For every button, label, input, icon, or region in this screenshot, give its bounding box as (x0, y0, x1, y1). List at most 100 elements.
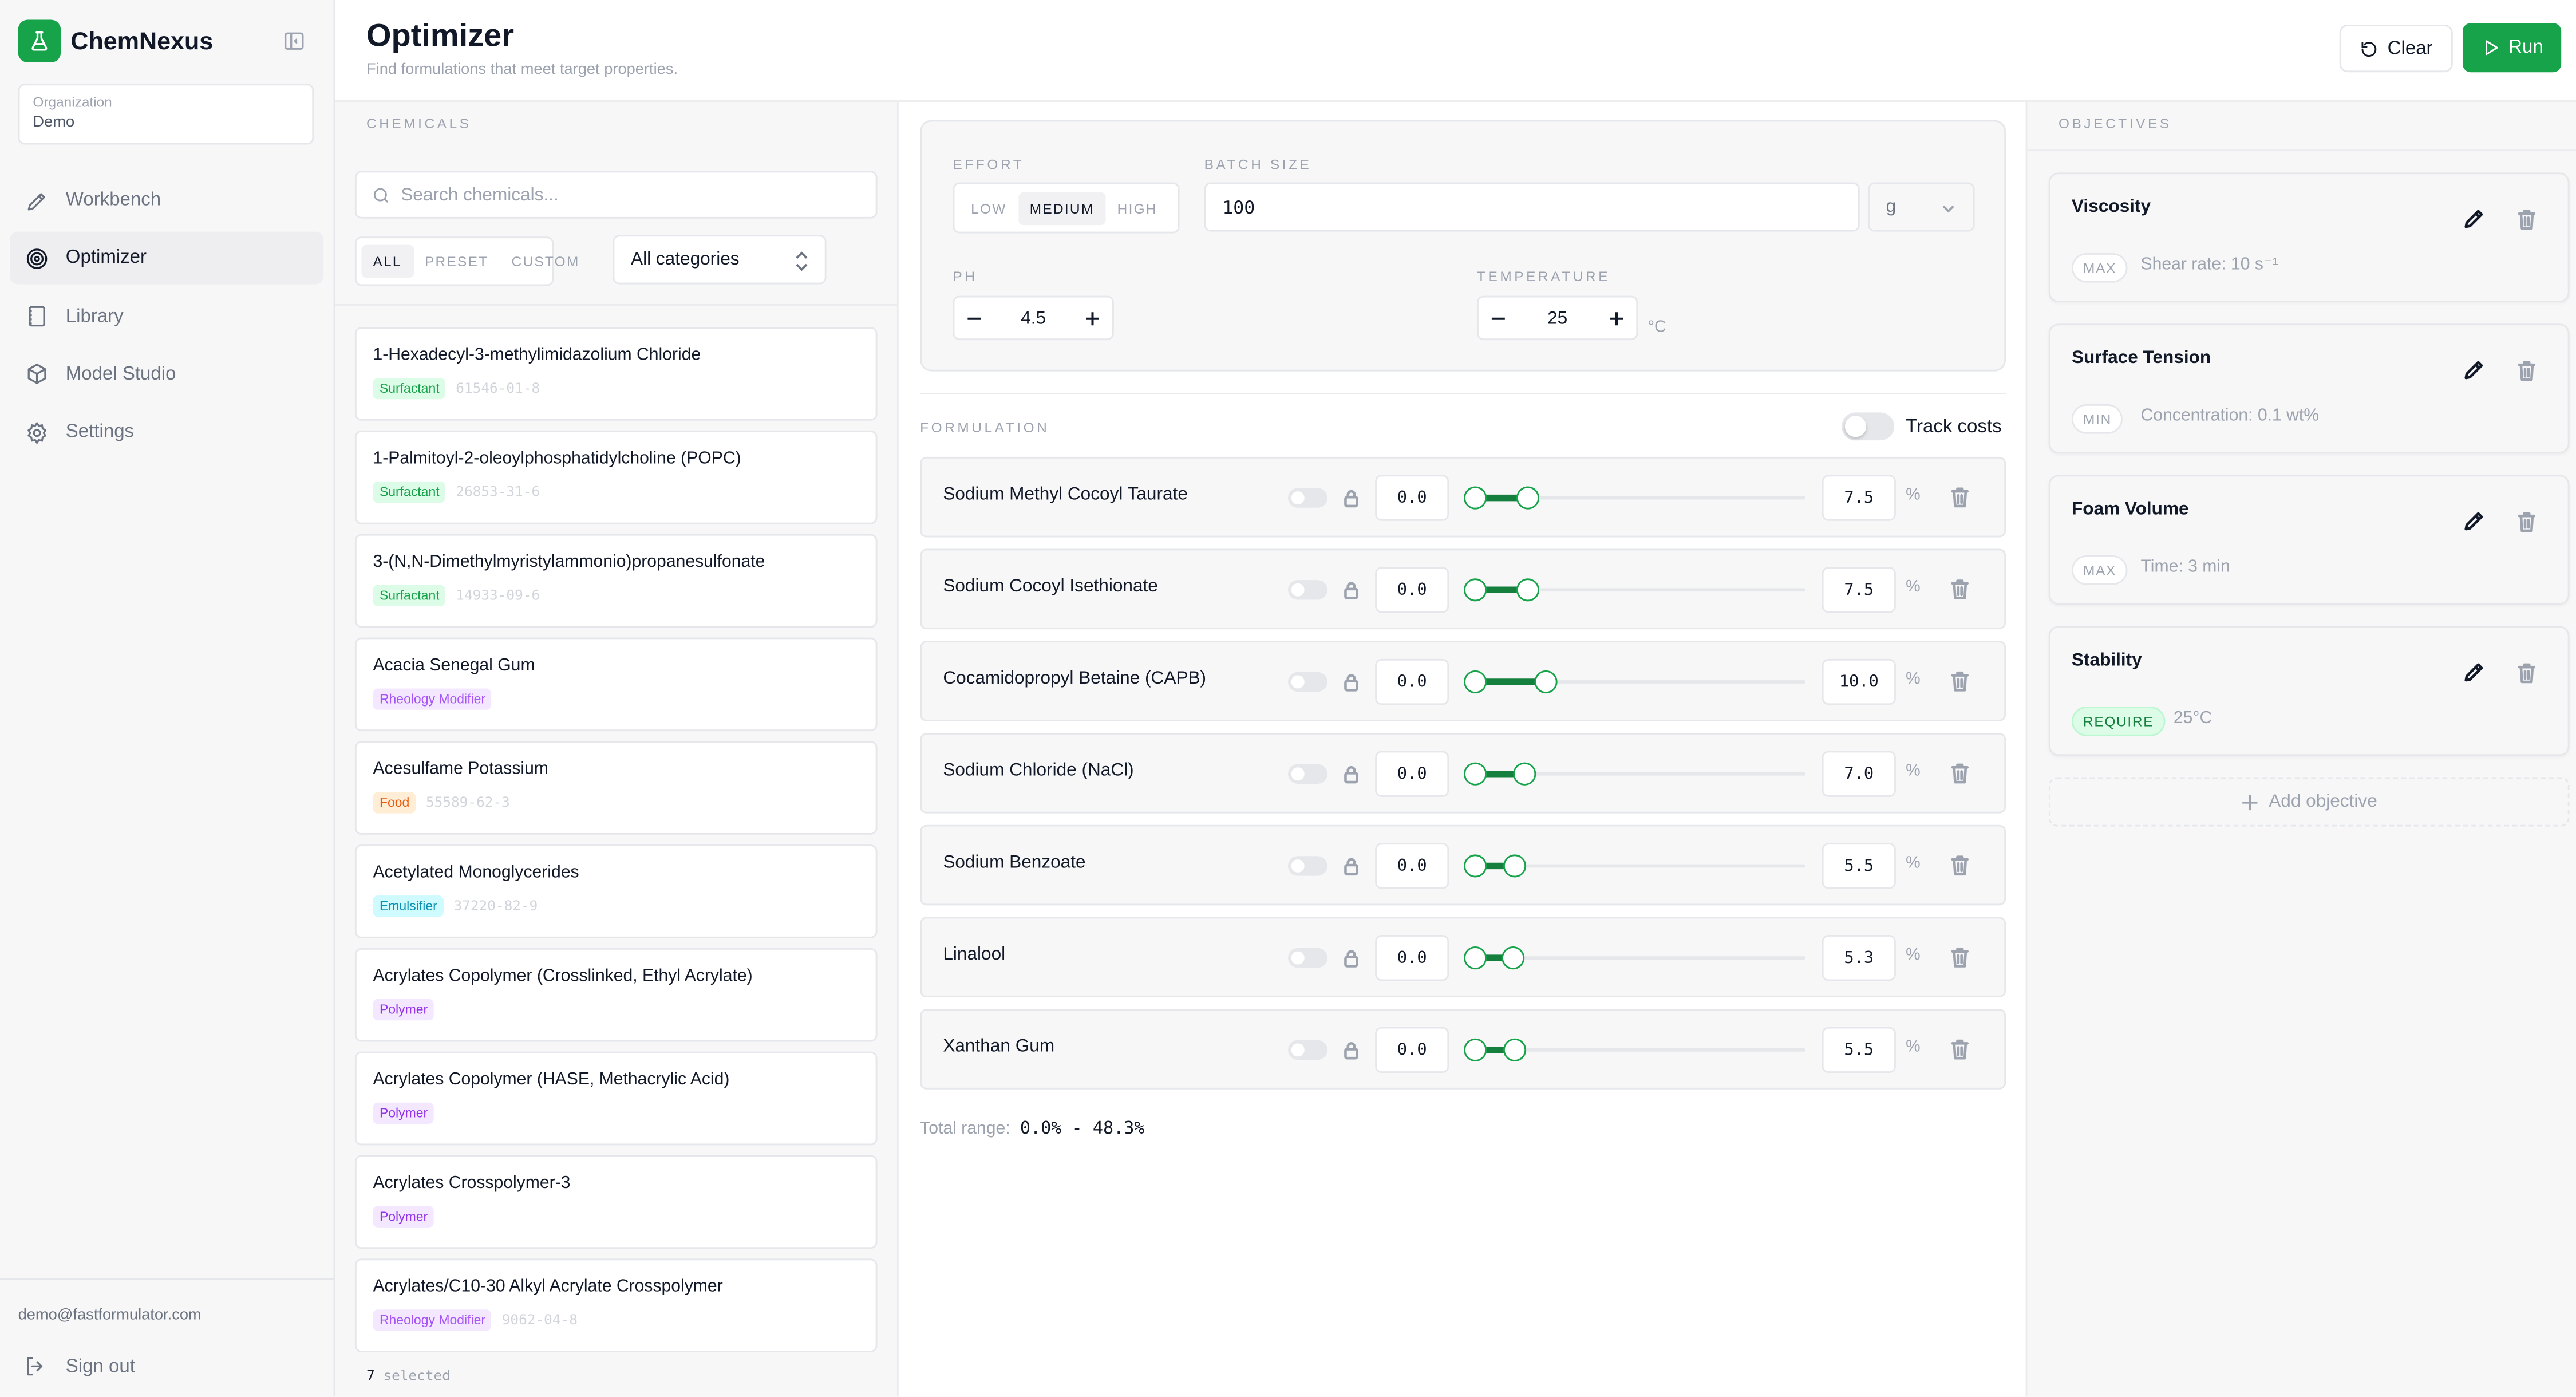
slider-min-thumb[interactable] (1464, 670, 1487, 694)
trash-icon[interactable] (1950, 946, 1970, 968)
min-input[interactable]: 0.0 (1375, 1027, 1449, 1074)
clear-button[interactable]: Clear (2339, 25, 2453, 73)
range-slider[interactable] (1464, 578, 1806, 602)
range-slider[interactable] (1464, 854, 1806, 878)
min-input[interactable]: 0.0 (1375, 751, 1449, 797)
fixed-toggle[interactable] (1288, 856, 1327, 876)
trash-icon[interactable] (1950, 486, 1970, 508)
effort-low[interactable]: LOW (959, 191, 1018, 224)
temperature-value[interactable]: 25 (1547, 308, 1567, 327)
trash-icon[interactable] (1950, 1039, 1970, 1060)
slider-max-thumb[interactable] (1516, 486, 1540, 510)
sidebar-item-optimizer[interactable]: Optimizer (10, 232, 324, 285)
min-input[interactable]: 0.0 (1375, 843, 1449, 889)
objective-card[interactable]: Surface Tension MIN Concentration: 0.1 wt% (2048, 323, 2570, 454)
range-slider[interactable] (1464, 486, 1806, 510)
max-input[interactable]: 7.5 (1822, 475, 1896, 521)
slider-min-thumb[interactable] (1464, 854, 1487, 878)
max-input[interactable]: 7.5 (1822, 567, 1896, 613)
plus-icon[interactable] (1607, 308, 1626, 327)
min-input[interactable]: 0.0 (1375, 567, 1449, 613)
slider-min-thumb[interactable] (1464, 1038, 1487, 1061)
pencil-icon[interactable] (2463, 360, 2484, 381)
slider-max-thumb[interactable] (1516, 578, 1540, 602)
trash-icon[interactable] (1950, 670, 1970, 692)
min-input[interactable]: 0.0 (1375, 475, 1449, 521)
effort-high[interactable]: HIGH (1106, 191, 1169, 224)
chemical-card[interactable]: Acrylates Copolymer (Crosslinked, Ethyl … (354, 948, 878, 1042)
search-input[interactable]: Search chemicals... (354, 171, 878, 219)
max-input[interactable]: 5.5 (1822, 1027, 1896, 1074)
fixed-toggle[interactable] (1288, 1040, 1327, 1060)
max-input[interactable]: 7.0 (1822, 751, 1896, 797)
slider-max-thumb[interactable] (1501, 946, 1524, 970)
range-slider[interactable] (1464, 762, 1806, 786)
minus-icon[interactable] (1488, 308, 1508, 327)
range-slider[interactable] (1464, 1038, 1806, 1061)
trash-icon[interactable] (2517, 662, 2537, 684)
sidebar-item-workbench[interactable]: Workbench (10, 174, 323, 227)
lock-icon[interactable] (1342, 854, 1361, 876)
run-button[interactable]: Run (2462, 23, 2562, 73)
fixed-toggle[interactable] (1288, 488, 1327, 508)
sidebar-item-model-studio[interactable]: Model Studio (10, 348, 323, 401)
chemical-card[interactable]: Acrylates Copolymer (HASE, Methacrylic A… (354, 1051, 878, 1146)
max-input[interactable]: 5.5 (1822, 843, 1896, 889)
fixed-toggle[interactable] (1288, 948, 1327, 968)
pencil-icon[interactable] (2463, 208, 2484, 230)
min-input[interactable]: 0.0 (1375, 658, 1449, 705)
objective-card[interactable]: Foam Volume MAX Time: 3 min (2048, 475, 2570, 605)
fixed-toggle[interactable] (1288, 764, 1327, 784)
max-input[interactable]: 5.3 (1822, 934, 1896, 981)
range-slider[interactable] (1464, 670, 1806, 694)
fixed-toggle[interactable] (1288, 672, 1327, 692)
slider-min-thumb[interactable] (1464, 578, 1487, 602)
chemical-card[interactable]: Acetylated Monoglycerides Emulsifier 37220… (354, 844, 878, 938)
pencil-icon[interactable] (2463, 662, 2484, 684)
lock-icon[interactable] (1342, 1039, 1361, 1060)
trash-icon[interactable] (2517, 360, 2537, 381)
slider-max-thumb[interactable] (1503, 854, 1526, 878)
lock-icon[interactable] (1342, 578, 1361, 599)
trash-icon[interactable] (1950, 763, 1970, 784)
lock-icon[interactable] (1342, 670, 1361, 692)
trash-icon[interactable] (2517, 511, 2537, 532)
chemical-card[interactable]: Acesulfame Potassium Food 55589-62-3 (354, 741, 878, 835)
org-selector[interactable]: Organization Demo (18, 84, 314, 145)
track-costs-toggle[interactable]: Track costs (1842, 412, 2002, 441)
objective-card[interactable]: Viscosity MAX Shear rate: 10 s⁻¹ (2048, 172, 2570, 303)
category-select[interactable]: All categories (613, 235, 827, 285)
slider-min-thumb[interactable] (1464, 946, 1487, 970)
ph-value[interactable]: 4.5 (1021, 308, 1046, 327)
filter-tab-custom[interactable]: CUSTOM (500, 245, 591, 278)
sidebar-collapse-icon[interactable] (283, 30, 306, 53)
chemical-card[interactable]: Acrylates Crosspolymer-3 Polymer (354, 1155, 878, 1249)
slider-max-thumb[interactable] (1534, 670, 1558, 694)
filter-tab-all[interactable]: ALL (361, 244, 413, 278)
min-input[interactable]: 0.0 (1375, 934, 1449, 981)
sidebar-item-library[interactable]: Library (10, 290, 323, 343)
minus-icon[interactable] (965, 308, 984, 327)
trash-icon[interactable] (1950, 854, 1970, 876)
plus-icon[interactable] (1082, 308, 1102, 327)
filter-tab-preset[interactable]: PRESET (413, 245, 500, 278)
chemical-card[interactable]: Acacia Senegal Gum Rheology Modifier (354, 637, 878, 732)
chemical-card[interactable]: 1-Palmitoyl-2-oleoylphosphatidylcholine … (354, 430, 878, 524)
pencil-icon[interactable] (2463, 511, 2484, 532)
slider-max-thumb[interactable] (1513, 762, 1536, 786)
range-slider[interactable] (1464, 946, 1806, 970)
chemical-card[interactable]: 1-Hexadecyl-3-methylimidazolium Chloride… (354, 327, 878, 421)
sign-out-button[interactable]: Sign out (23, 1354, 135, 1379)
fixed-toggle[interactable] (1288, 580, 1327, 600)
objective-card[interactable]: Stability REQUIRE 25°C (2048, 626, 2570, 756)
toggle-switch[interactable] (1842, 412, 1894, 441)
slider-min-thumb[interactable] (1464, 486, 1487, 510)
effort-medium[interactable]: MEDIUM (1018, 191, 1106, 224)
lock-icon[interactable] (1342, 763, 1361, 784)
chemical-card[interactable]: Acrylates/C10-30 Alkyl Acrylate Crosspol… (354, 1258, 878, 1352)
lock-icon[interactable] (1342, 486, 1361, 508)
trash-icon[interactable] (2517, 208, 2537, 230)
batch-size-input[interactable]: 100 (1204, 182, 1860, 232)
max-input[interactable]: 10.0 (1822, 658, 1896, 705)
sidebar-item-settings[interactable]: Settings (10, 406, 323, 459)
